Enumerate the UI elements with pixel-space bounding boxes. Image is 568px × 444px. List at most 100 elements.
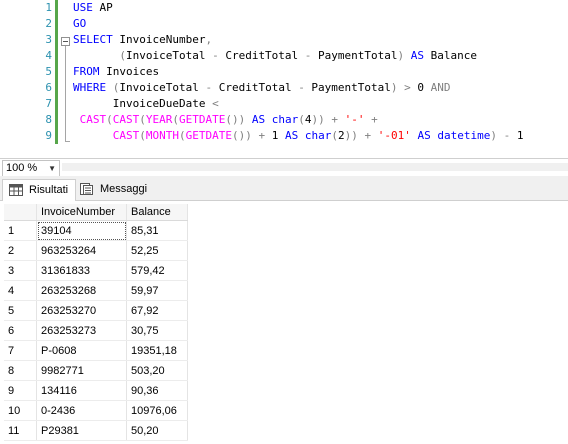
- cell-balance[interactable]: 503,20: [126, 360, 188, 381]
- table-row[interactable]: 6 263253273 30,75: [4, 320, 188, 341]
- code-token: >: [397, 81, 418, 94]
- line-number: 1: [45, 1, 52, 14]
- code-token: (: [298, 113, 305, 126]
- line-number: 6: [45, 81, 52, 94]
- table-row[interactable]: 2 963253264 52,25: [4, 240, 188, 261]
- line-number: 2: [45, 17, 52, 30]
- line-number: 3: [45, 33, 52, 46]
- table-row[interactable]: 10 0-2436 10976,06: [4, 400, 188, 421]
- code-token: )): [311, 113, 325, 126]
- code-token: InvoiceTotal: [119, 81, 206, 94]
- tab-results[interactable]: Risultati: [2, 179, 76, 201]
- code-token: GO: [73, 17, 87, 30]
- results-tab-strip: Risultati Messaggi: [0, 176, 568, 201]
- code-token: (: [178, 129, 186, 142]
- cell-invoicenumber[interactable]: P-0608: [36, 340, 127, 361]
- tab-messages[interactable]: Messaggi: [74, 179, 150, 200]
- cell-invoicenumber[interactable]: 0-2436: [36, 400, 127, 421]
- cell-balance[interactable]: 19351,18: [126, 340, 188, 361]
- code-token: '-01': [377, 129, 411, 142]
- code-line[interactable]: CAST(CAST(YEAR(GETDATE()) AS char(4)) + …: [73, 112, 378, 128]
- cell-invoicenumber[interactable]: 134116: [36, 380, 127, 401]
- cell-balance[interactable]: 10976,06: [126, 400, 188, 421]
- line-number: 9: [45, 129, 52, 142]
- line-number: 5: [45, 65, 52, 78]
- row-number[interactable]: 1: [4, 220, 37, 241]
- row-number[interactable]: 9: [4, 380, 37, 401]
- cell-balance[interactable]: 50,20: [126, 420, 188, 441]
- cell-balance[interactable]: 30,75: [126, 320, 188, 341]
- code-line[interactable]: CAST(MONTH(GETDATE()) + 1 AS char(2)) + …: [73, 128, 524, 144]
- code-line[interactable]: USE AP: [73, 0, 113, 16]
- code-line[interactable]: (InvoiceTotal - CreditTotal - PaymentTot…: [73, 48, 477, 64]
- cell-balance[interactable]: 59,97: [126, 280, 188, 301]
- table-row[interactable]: 7 P-0608 19351,18: [4, 340, 188, 361]
- sql-editor[interactable]: 123456789 USE AP GO SELECT InvoiceNumber, …: [0, 0, 568, 150]
- code-token: (: [119, 49, 126, 62]
- row-number[interactable]: 11: [4, 420, 37, 441]
- table-row[interactable]: 8 9982771 503,20: [4, 360, 188, 381]
- table-row[interactable]: 9 134116 90,36: [4, 380, 188, 401]
- row-number[interactable]: 8: [4, 360, 37, 381]
- code-token: ,: [205, 33, 213, 46]
- cell-invoicenumber[interactable]: 263253273: [36, 320, 127, 341]
- code-token: 1: [271, 129, 285, 142]
- code-line[interactable]: GO: [73, 16, 86, 32]
- cell-invoicenumber[interactable]: 263253268: [36, 280, 127, 301]
- zoom-dropdown[interactable]: 100 % ▼: [2, 160, 60, 177]
- row-number[interactable]: 7: [4, 340, 37, 361]
- grid-corner[interactable]: [4, 204, 37, 221]
- code-token: 0: [417, 81, 431, 94]
- row-number[interactable]: 6: [4, 320, 37, 341]
- messages-icon: [80, 183, 93, 195]
- table-row[interactable]: 1 39104 85,31: [4, 220, 188, 241]
- results-grid-area: InvoiceNumber Balance 1 39104 85,31 2 963253…: [0, 201, 568, 444]
- code-token: AS: [410, 129, 438, 142]
- cell-balance[interactable]: 52,25: [126, 240, 188, 261]
- code-line[interactable]: WHERE (InvoiceTotal - CreditTotal - Paym…: [73, 80, 451, 96]
- zoom-value: 100 %: [6, 162, 38, 174]
- chevron-down-icon[interactable]: ▼: [48, 161, 56, 176]
- code-line[interactable]: InvoiceDueDate <: [73, 96, 219, 112]
- table-row[interactable]: 4 263253268 59,97: [4, 280, 188, 301]
- row-number[interactable]: 2: [4, 240, 37, 261]
- code-token: InvoiceTotal: [125, 49, 213, 62]
- column-header-balance[interactable]: Balance: [126, 204, 188, 221]
- column-header-invoicenumber[interactable]: InvoiceNumber: [36, 204, 127, 221]
- code-token: ()): [231, 129, 252, 142]
- cell-balance[interactable]: 67,92: [126, 300, 188, 321]
- code-line[interactable]: SELECT InvoiceNumber,: [73, 32, 212, 48]
- horizontal-scrollbar[interactable]: [62, 163, 568, 171]
- cell-balance[interactable]: 85,31: [126, 220, 188, 241]
- code-token: InvoiceNumber: [119, 33, 206, 46]
- table-row[interactable]: 3 31361833 579,42: [4, 260, 188, 281]
- code-line[interactable]: FROM Invoices: [73, 64, 159, 80]
- code-token: char: [271, 113, 299, 126]
- table-row[interactable]: 5 263253270 67,92: [4, 300, 188, 321]
- row-number[interactable]: 4: [4, 280, 37, 301]
- cell-balance[interactable]: 579,42: [126, 260, 188, 281]
- cell-invoicenumber[interactable]: 31361833: [36, 260, 127, 281]
- collapse-block-icon[interactable]: [61, 37, 70, 46]
- code-token: CreditTotal: [212, 81, 299, 94]
- cell-invoicenumber[interactable]: 963253264: [36, 240, 127, 261]
- code-token: -: [212, 49, 219, 62]
- cell-invoicenumber[interactable]: 9982771: [36, 360, 127, 381]
- cell-balance[interactable]: 90,36: [126, 380, 188, 401]
- code-token: AS: [284, 129, 305, 142]
- code-token: 2: [337, 129, 345, 142]
- cell-invoicenumber[interactable]: 263253270: [36, 300, 127, 321]
- code-token: ): [390, 81, 398, 94]
- row-number[interactable]: 3: [4, 260, 37, 281]
- code-token: YEAR: [145, 113, 173, 126]
- cell-invoicenumber[interactable]: 39104: [36, 220, 127, 241]
- row-number[interactable]: 10: [4, 400, 37, 421]
- tab-messages-label: Messaggi: [100, 183, 148, 195]
- line-number-gutter: 1 2 3 4 5 6 7 8 9: [0, 0, 54, 150]
- code-token: )): [344, 129, 358, 142]
- row-number[interactable]: 5: [4, 300, 37, 321]
- code-token: MONTH: [145, 129, 179, 142]
- code-token: AS: [245, 113, 272, 126]
- table-row[interactable]: 11 P29381 50,20: [4, 420, 188, 441]
- cell-invoicenumber[interactable]: P29381: [36, 420, 127, 441]
